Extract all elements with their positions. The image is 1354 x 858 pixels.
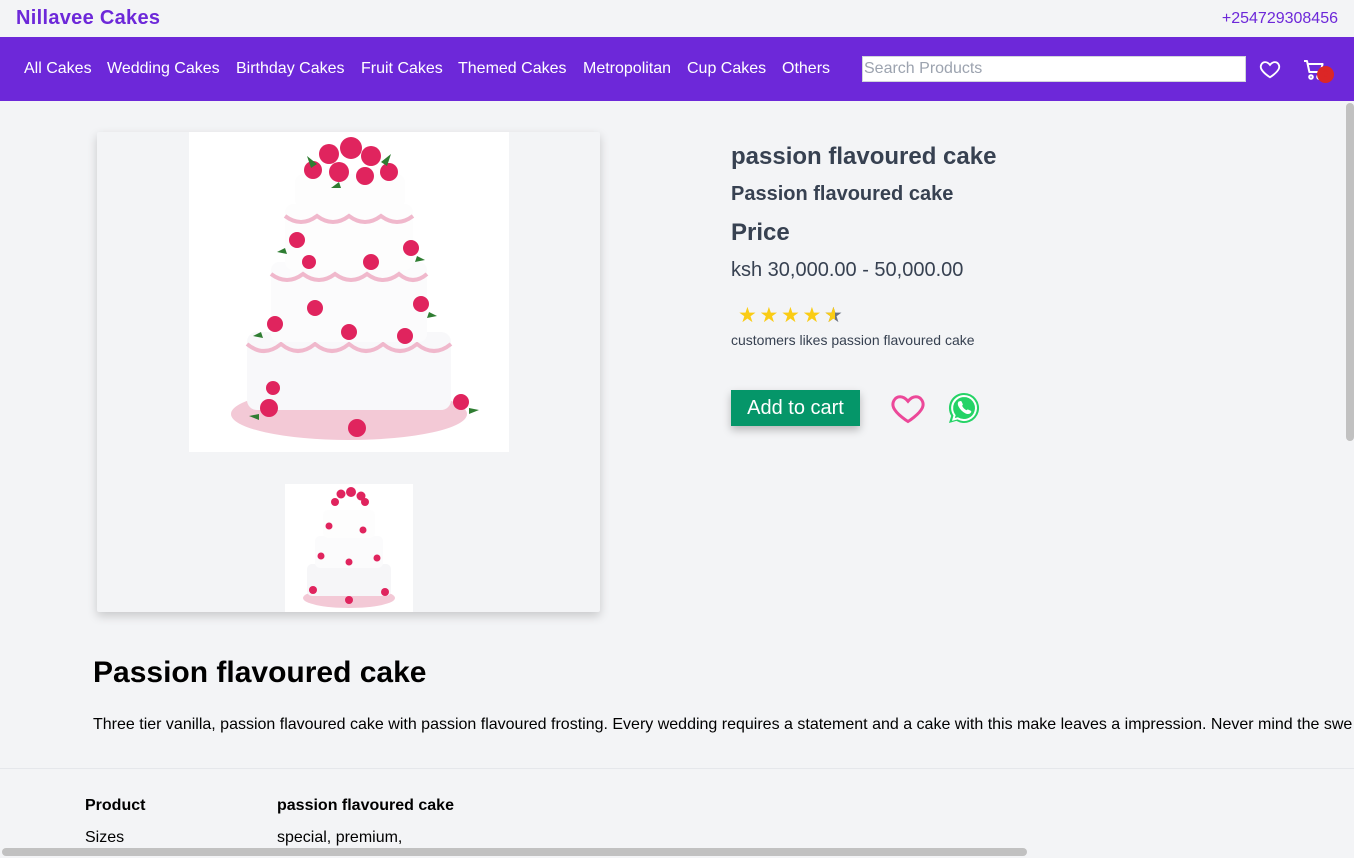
top-bar: Nillavee Cakes +254729308456	[0, 0, 1354, 37]
star-icon: ★	[759, 304, 779, 327]
star-icon: ★	[781, 304, 800, 327]
star-icon: ★	[802, 304, 822, 327]
description-text: Three tier vanilla, passion flavoured ca…	[93, 716, 1353, 733]
nav-fruit-cakes[interactable]: Fruit Cakes	[361, 60, 443, 78]
vertical-scrollbar[interactable]	[1346, 103, 1354, 441]
nav-all-cakes[interactable]: All Cakes	[24, 60, 92, 78]
nav-metropolitan[interactable]: Metropolitan	[583, 60, 671, 78]
likes-text: customers likes passion flavoured cake	[731, 332, 975, 348]
product-price: ksh 30,000.00 - 50,000.00	[731, 259, 964, 281]
nav-birthday-cakes[interactable]: Birthday Cakes	[236, 60, 345, 78]
product-main-image[interactable]	[189, 132, 509, 452]
spec-key-sizes: Sizes	[85, 829, 125, 846]
whatsapp-icon[interactable]	[947, 391, 981, 425]
rating-stars: ★ ★ ★ ★★	[738, 303, 846, 328]
search-input[interactable]	[862, 56, 1246, 82]
horizontal-scrollbar[interactable]	[2, 848, 1027, 856]
cart-count-badge: 0	[1317, 66, 1334, 83]
nav-themed-cakes[interactable]: Themed Cakes	[458, 60, 567, 78]
add-to-cart-button[interactable]: Add to cart	[731, 390, 860, 426]
spec-key-product: Product	[85, 797, 146, 814]
main-nav: All Cakes Wedding Cakes Birthday Cakes F…	[0, 37, 1354, 101]
section-divider	[0, 768, 1354, 769]
star-icon: ★	[738, 304, 757, 327]
half-star-icon: ★	[824, 303, 846, 328]
price-label: Price	[731, 219, 790, 246]
nav-wedding-cakes[interactable]: Wedding Cakes	[107, 60, 220, 78]
wishlist-heart-icon[interactable]	[890, 390, 926, 426]
nav-cup-cakes[interactable]: Cup Cakes	[687, 60, 766, 78]
description-title: Passion flavoured cake	[93, 656, 427, 689]
product-gallery	[97, 132, 600, 612]
heart-icon[interactable]	[1259, 58, 1281, 80]
product-subtitle: Passion flavoured cake	[731, 183, 954, 205]
spec-value-sizes: special, premium,	[277, 829, 403, 846]
nav-others[interactable]: Others	[782, 60, 830, 78]
product-thumbnail[interactable]	[285, 484, 413, 612]
product-title: passion flavoured cake	[731, 143, 997, 170]
spec-value-product: passion flavoured cake	[277, 797, 454, 814]
phone-number[interactable]: +254729308456	[1222, 10, 1338, 28]
brand-logo[interactable]: Nillavee Cakes	[16, 7, 160, 30]
